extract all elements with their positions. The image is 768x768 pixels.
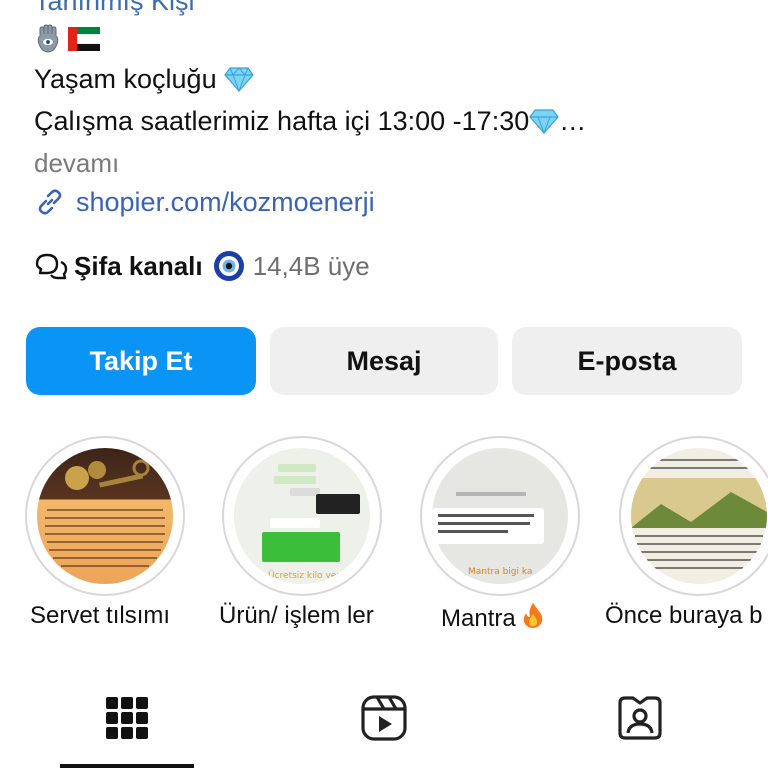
highlight-label: Ürün/ işlem ler [219, 602, 374, 629]
channel-name: Şifa kanalı [74, 250, 203, 281]
chat-screenshot-image: Mantra bigi ka [432, 492, 544, 577]
highlight-cover: Ücretsiz kilo ver [234, 448, 370, 584]
ellipsis: … [559, 106, 587, 136]
thumb-text: Ücretsiz kilo ver [268, 570, 340, 581]
text-post-image [631, 459, 767, 569]
highlight-cover [631, 448, 767, 584]
highlight-cover: Mantra bigi ka [432, 448, 568, 584]
uae-flag-icon [68, 27, 100, 51]
bio-line-2-text: Çalışma saatlerimiz hafta içi 13:00 -17:… [34, 106, 530, 136]
broadcast-channel[interactable]: Şifa kanalı 14,4B üye [34, 250, 370, 282]
channel-members: 14,4B üye [252, 250, 370, 281]
evil-eye-icon [213, 251, 244, 281]
channel-icon [35, 253, 68, 280]
profile-link[interactable]: shopier.com/kozmoenerji [34, 186, 375, 218]
bio-emoji-row [36, 24, 100, 54]
highlight-label: Mantra [441, 605, 516, 632]
bio-line-1-text: Yaşam koçluğu [34, 64, 217, 94]
reels-icon[interactable] [360, 694, 408, 742]
fire-icon [522, 602, 544, 635]
email-button[interactable]: E-posta [512, 327, 742, 395]
profile-tab-bar [0, 690, 768, 768]
hamsa-icon [37, 24, 59, 53]
bio-more-link[interactable]: devamı [34, 148, 119, 179]
grid-icon[interactable] [105, 696, 149, 740]
bio-line-2: Çalışma saatlerimiz hafta içi 13:00 -17:… [34, 106, 586, 137]
diamond-icon [529, 109, 559, 134]
highlight-servet[interactable] [25, 436, 185, 596]
bio-line-1: Yaşam koçluğu [34, 64, 254, 95]
active-tab-indicator [60, 764, 194, 768]
highlight-mantra[interactable]: Mantra bigi ka [420, 436, 580, 596]
chat-screenshot-image: Ücretsiz kilo ver [262, 464, 360, 581]
thumb-text: Mantra bigi ka [468, 567, 532, 577]
link-icon [38, 189, 62, 215]
highlight-once-buraya[interactable] [619, 436, 768, 596]
profile-link-text: shopier.com/kozmoenerji [76, 186, 375, 217]
highlight-label-row: Mantra [441, 602, 544, 635]
diamond-icon [224, 67, 254, 92]
profile-category: Tanınmış Kişi [34, 0, 195, 16]
follow-button[interactable]: Takip Et [26, 327, 256, 395]
keys-coins-image [45, 459, 165, 567]
tagged-icon[interactable] [616, 694, 664, 742]
highlight-cover [37, 448, 173, 584]
highlight-label: Önce buraya b [605, 602, 763, 629]
message-button[interactable]: Mesaj [270, 327, 498, 395]
highlight-label: Servet tılsımı [30, 602, 171, 629]
highlight-urun-islemler[interactable]: Ücretsiz kilo ver [222, 436, 382, 596]
